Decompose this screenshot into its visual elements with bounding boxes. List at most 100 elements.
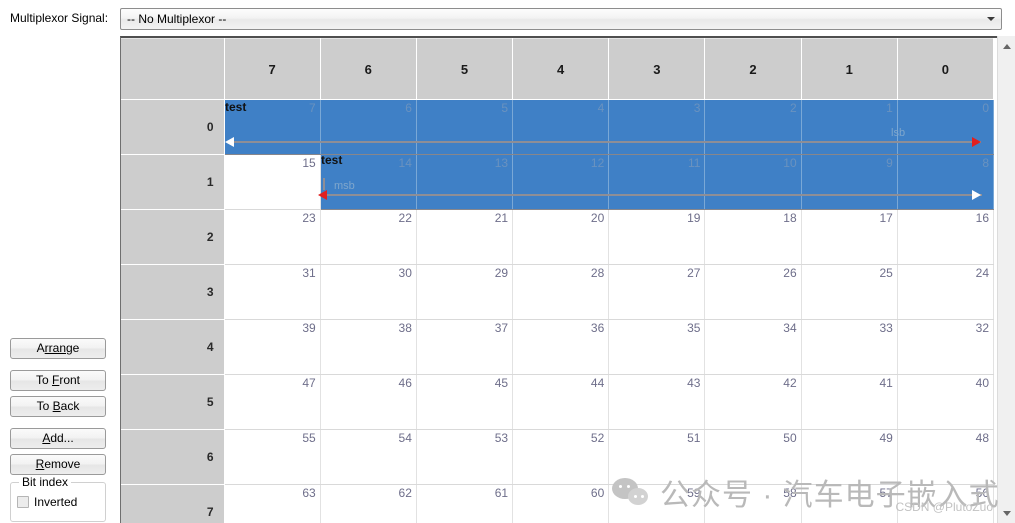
table-row[interactable]: 4 39 38 37 36 35 34 33 32 <box>121 319 995 375</box>
grid-cell-r3-c2[interactable]: 26 <box>704 264 802 320</box>
column-header-3[interactable]: 3 <box>608 38 706 100</box>
grid-cell-r6-c5[interactable]: 53 <box>416 429 514 485</box>
row-header-3[interactable]: 3 <box>121 264 225 320</box>
grid-cell-r5-c5[interactable]: 45 <box>416 374 514 430</box>
row-header-6[interactable]: 6 <box>121 429 225 485</box>
grid-cell-r4-c3[interactable]: 35 <box>608 319 706 375</box>
inverted-checkbox-row[interactable]: Inverted <box>17 495 77 509</box>
grid-cell-r7-c6[interactable]: 62 <box>320 484 417 523</box>
grid-cell-r5-c2[interactable]: 42 <box>704 374 802 430</box>
grid-cell-r2-c3[interactable]: 19 <box>608 209 706 265</box>
grid-cell-r3-c0[interactable]: 24 <box>897 264 995 320</box>
grid-cell-r3-c1[interactable]: 25 <box>801 264 898 320</box>
grid-cell-r4-c2[interactable]: 34 <box>704 319 802 375</box>
grid-cell-r7-c2[interactable]: 58 <box>704 484 802 523</box>
grid-cell-r1-c1[interactable]: 9 <box>801 154 898 210</box>
grid-cell-r3-c3[interactable]: 27 <box>608 264 706 320</box>
column-header-7[interactable]: 7 <box>224 38 321 100</box>
chevron-down-icon[interactable] <box>982 10 1000 28</box>
grid-cell-r5-c6[interactable]: 46 <box>320 374 417 430</box>
table-row[interactable]: 2 23 22 21 20 19 18 17 16 <box>121 209 995 265</box>
to-front-button[interactable]: To Front <box>10 370 106 391</box>
grid-cell-r5-c1[interactable]: 41 <box>801 374 898 430</box>
scrollbar-up-button[interactable] <box>998 38 1015 55</box>
table-row[interactable]: 7 63 62 61 60 59 58 57 56 <box>121 484 995 523</box>
grid-cell-r6-c4[interactable]: 52 <box>512 429 610 485</box>
column-header-2[interactable]: 2 <box>704 38 802 100</box>
grid-cell-r6-c0[interactable]: 48 <box>897 429 995 485</box>
grid-cell-r1-c3[interactable]: 11 <box>608 154 706 210</box>
grid-cell-r7-c3[interactable]: 59 <box>608 484 706 523</box>
table-row[interactable]: 1 15 14 13 12 11 10 9 8 <box>121 154 995 210</box>
grid-cell-r7-c4[interactable]: 60 <box>512 484 610 523</box>
grid-cell-r3-c4[interactable]: 28 <box>512 264 610 320</box>
column-header-0[interactable]: 0 <box>897 38 995 100</box>
grid-cell-r7-c5[interactable]: 61 <box>416 484 514 523</box>
grid-cell-r7-c1[interactable]: 57 <box>801 484 898 523</box>
remove-button[interactable]: Remove <box>10 454 106 475</box>
table-row[interactable]: 5 47 46 45 44 43 42 41 40 <box>121 374 995 430</box>
grid-cell-r2-c4[interactable]: 20 <box>512 209 610 265</box>
grid-cell-r0-c3[interactable]: 3 <box>608 99 706 155</box>
grid-cell-r0-c7[interactable]: 7 <box>224 99 321 155</box>
grid-cell-r3-c5[interactable]: 29 <box>416 264 514 320</box>
grid-cell-r1-c2[interactable]: 10 <box>704 154 802 210</box>
grid-cell-r3-c7[interactable]: 31 <box>224 264 321 320</box>
grid-cell-r0-c1[interactable]: 1 <box>801 99 898 155</box>
grid-cell-r2-c2[interactable]: 18 <box>704 209 802 265</box>
row-header-2[interactable]: 2 <box>121 209 225 265</box>
grid-cell-r5-c4[interactable]: 44 <box>512 374 610 430</box>
table-row[interactable]: 3 31 30 29 28 27 26 25 24 <box>121 264 995 320</box>
grid-cell-r5-c7[interactable]: 47 <box>224 374 321 430</box>
column-header-5[interactable]: 5 <box>416 38 514 100</box>
grid-cell-r7-c7[interactable]: 63 <box>224 484 321 523</box>
table-row[interactable]: 076543210 <box>121 99 995 155</box>
bit-matrix-grid-container[interactable]: 7 6 5 4 3 2 1 0 0 7 6 5 4 3 2 1 0 1 15 14 13 12 11 10 9 8… <box>120 36 1015 523</box>
grid-cell-r4-c7[interactable]: 39 <box>224 319 321 375</box>
row-header-1[interactable]: 1 <box>121 154 225 210</box>
add-button[interactable]: Add... <box>10 428 106 449</box>
grid-cell-r5-c3[interactable]: 43 <box>608 374 706 430</box>
multiplexor-signal-combobox[interactable]: -- No Multiplexor -- <box>120 8 1002 30</box>
row-header-7[interactable]: 7 <box>121 484 225 523</box>
row-header-4[interactable]: 4 <box>121 319 225 375</box>
grid-cell-r2-c7[interactable]: 23 <box>224 209 321 265</box>
vertical-scrollbar[interactable] <box>997 36 1015 523</box>
inverted-checkbox[interactable] <box>17 496 29 508</box>
grid-cell-r2-c6[interactable]: 22 <box>320 209 417 265</box>
grid-cell-r1-c7[interactable]: 15 <box>224 154 321 210</box>
row-header-0[interactable]: 0 <box>121 99 225 155</box>
grid-cell-r6-c7[interactable]: 55 <box>224 429 321 485</box>
grid-cell-r6-c3[interactable]: 51 <box>608 429 706 485</box>
grid-cell-r2-c5[interactable]: 21 <box>416 209 514 265</box>
grid-cell-r6-c1[interactable]: 49 <box>801 429 898 485</box>
grid-cell-r4-c0[interactable]: 32 <box>897 319 995 375</box>
scrollbar-down-button[interactable] <box>998 504 1015 521</box>
grid-cell-r4-c6[interactable]: 38 <box>320 319 417 375</box>
grid-cell-r4-c4[interactable]: 36 <box>512 319 610 375</box>
grid-cell-r1-c4[interactable]: 12 <box>512 154 610 210</box>
grid-cell-r0-c5[interactable]: 5 <box>416 99 514 155</box>
column-header-6[interactable]: 6 <box>320 38 417 100</box>
grid-cell-r0-c0[interactable]: 0 <box>897 99 995 155</box>
grid-cell-r1-c0[interactable]: 8 <box>897 154 995 210</box>
grid-cell-r1-c5[interactable]: 13 <box>416 154 514 210</box>
grid-cell-r1-c6[interactable]: 14 <box>320 154 417 210</box>
row-header-5[interactable]: 5 <box>121 374 225 430</box>
grid-cell-r2-c0[interactable]: 16 <box>897 209 995 265</box>
grid-cell-r5-c0[interactable]: 40 <box>897 374 995 430</box>
grid-cell-r3-c6[interactable]: 30 <box>320 264 417 320</box>
table-row[interactable]: 6 55 54 53 52 51 50 49 48 <box>121 429 995 485</box>
grid-cell-r2-c1[interactable]: 17 <box>801 209 898 265</box>
grid-cell-r4-c5[interactable]: 37 <box>416 319 514 375</box>
grid-cell-r0-c6[interactable]: 6 <box>320 99 417 155</box>
to-back-button[interactable]: To Back <box>10 396 106 417</box>
column-header-4[interactable]: 4 <box>512 38 610 100</box>
scrollbar-thumb[interactable] <box>999 56 1014 206</box>
arrange-button[interactable]: Arrange <box>10 338 106 359</box>
grid-cell-r6-c6[interactable]: 54 <box>320 429 417 485</box>
grid-cell-r0-c2[interactable]: 2 <box>704 99 802 155</box>
grid-cell-r6-c2[interactable]: 50 <box>704 429 802 485</box>
column-header-1[interactable]: 1 <box>801 38 898 100</box>
grid-cell-r4-c1[interactable]: 33 <box>801 319 898 375</box>
